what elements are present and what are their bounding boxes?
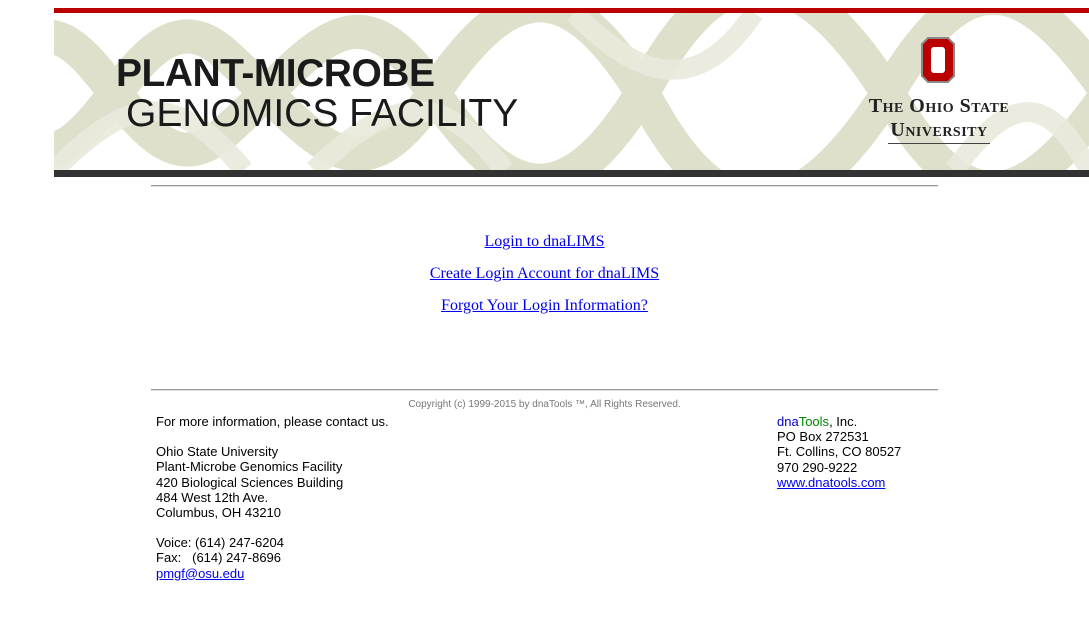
- address-line: Plant-Microbe Genomics Facility: [156, 459, 343, 475]
- vendor-name-tools: Tools: [798, 414, 830, 429]
- osu-wordmark: The Ohio State University: [849, 94, 1029, 144]
- copyright-notice: Copyright (c) 1999-2015 by dnaTools ™, A…: [408, 399, 681, 410]
- vendor-po-box: PO Box 272531: [777, 429, 869, 445]
- contact-intro: For more information, please contact us.: [156, 414, 389, 429]
- address-line: 484 West 12th Ave.: [156, 489, 269, 505]
- forgot-login-link[interactable]: Forgot Your Login Information?: [151, 290, 938, 322]
- facility-contact: For more information, please contact us.…: [156, 414, 389, 581]
- osu-wordmark-line2: University: [888, 118, 990, 144]
- vendor-website-link[interactable]: www.dnatools.com: [777, 475, 885, 490]
- facility-title-line1: PLANT-MICROBE: [116, 52, 435, 95]
- osu-wordmark-line1: The Ohio State: [868, 95, 1010, 117]
- create-account-link[interactable]: Create Login Account for dnaLIMS: [151, 258, 938, 290]
- login-link[interactable]: Login to dnaLIMS: [151, 226, 938, 258]
- vendor-name: dnaTools, Inc.: [777, 414, 901, 429]
- address-line: Columbus, OH 43210: [156, 505, 282, 521]
- vendor-name-inc: , Inc.: [829, 414, 858, 429]
- facility-title-line2: GENOMICS FACILITY: [126, 92, 519, 135]
- address-line: 420 Biological Sciences Building: [156, 474, 344, 490]
- voice-phone: Voice: (614) 247-6204: [156, 535, 284, 551]
- vendor-name-dna: dna: [777, 414, 799, 429]
- address-line: Ohio State University: [156, 444, 279, 460]
- fax-number: Fax: (614) 247-8696: [156, 550, 282, 566]
- banner-bottom-dark-bar: [54, 170, 1089, 177]
- top-divider: [151, 185, 938, 187]
- login-links: Login to dnaLIMS Create Login Account fo…: [151, 226, 938, 322]
- vendor-city: Ft. Collins, CO 80527: [777, 444, 902, 460]
- footer-divider: [151, 389, 938, 391]
- vendor-contact: dnaTools, Inc. PO Box 272531 Ft. Collins…: [777, 414, 901, 490]
- header-banner: PLANT-MICROBE GENOMICS FACILITY The Ohio…: [54, 8, 1089, 177]
- vendor-phone: 970 290-9222: [777, 459, 858, 475]
- osu-block-o-logo: [921, 37, 955, 83]
- email-link[interactable]: pmgf@osu.edu: [156, 566, 244, 581]
